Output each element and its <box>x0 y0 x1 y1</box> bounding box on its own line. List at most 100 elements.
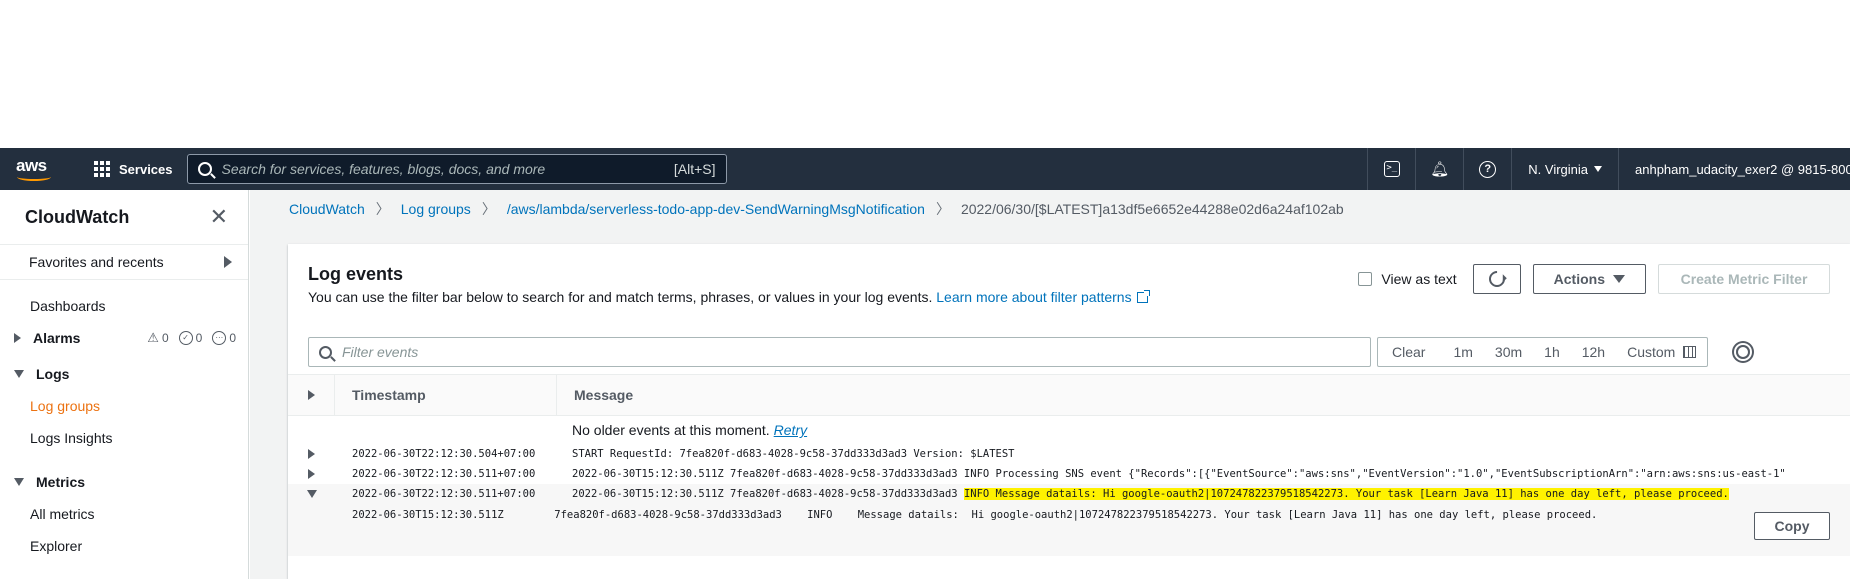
no-older-text: No older events at this moment. <box>572 422 770 438</box>
filter-events-box[interactable] <box>308 337 1371 367</box>
blank-top-area <box>0 0 1850 148</box>
custom-label: Custom <box>1627 344 1676 360</box>
highlighted-message: INFO Message datails: Hi google-oauth2|1… <box>963 488 1729 500</box>
expanded-row-area: 2022-06-30T22:12:30.511+07:00 2022-06-30… <box>288 484 1850 556</box>
notifications-button[interactable]: 🔔︎ <box>1415 148 1463 190</box>
refresh-icon <box>1485 267 1508 291</box>
breadcrumb-log-group[interactable]: /aws/lambda/serverless-todo-app-dev-Send… <box>507 201 925 217</box>
row-timestamp: 2022-06-30T22:12:30.511+07:00 <box>352 488 536 500</box>
view-as-text-label: View as text <box>1381 271 1457 287</box>
grid-icon <box>94 161 110 177</box>
close-icon[interactable]: ✕ <box>210 206 228 228</box>
caret-down-icon <box>306 490 317 498</box>
log-events-table: Timestamp Message No older events at thi… <box>288 374 1850 556</box>
more-circle-icon: ··· <box>212 331 227 345</box>
insufficient-count: 0 <box>229 331 236 345</box>
logs-label: Logs <box>36 366 70 382</box>
time-12h-button[interactable]: 12h <box>1571 338 1616 366</box>
create-metric-filter-button[interactable]: Create Metric Filter <box>1658 264 1830 294</box>
expanded-message-detail: 2022-06-30T15:12:30.511Z 7fea820f-d683-4… <box>352 509 1598 521</box>
refresh-button[interactable] <box>1472 264 1521 294</box>
time-clear-button[interactable]: Clear <box>1378 338 1442 366</box>
alarms-label: Alarms <box>33 330 81 346</box>
sidebar-item-all-metrics[interactable]: All metrics <box>0 498 248 530</box>
row-expand-toggle[interactable] <box>288 449 335 459</box>
breadcrumb-cloudwatch[interactable]: CloudWatch <box>289 201 365 217</box>
alarm-badges: ⚠︎ 0 ✓ 0 ··· 0 <box>147 330 236 346</box>
check-circle-icon: ✓ <box>178 331 193 345</box>
aws-smile-icon <box>17 173 51 181</box>
view-as-text-toggle[interactable]: View as text <box>1358 271 1457 287</box>
sidebar-header: CloudWatch ✕ <box>0 190 248 244</box>
actions-label: Actions <box>1553 271 1605 287</box>
ok-count: 0 <box>195 331 203 345</box>
time-1h-button[interactable]: 1h <box>1533 338 1571 366</box>
bell-icon: 🔔︎ <box>1430 160 1450 178</box>
panel-header: Log events You can use the filter bar be… <box>288 244 1850 332</box>
row-message: 2022-06-30T15:12:30.511Z 7fea820f-d683-4… <box>572 468 1786 480</box>
no-older-events: No older events at this moment. Retry <box>288 416 1850 444</box>
global-search-bar[interactable]: [Alt+S] <box>186 154 727 184</box>
row-timestamp: 2022-06-30T22:12:30.511+07:00 <box>352 468 536 480</box>
account-menu[interactable]: anhpham_udacity_exer2 @ 9815-8007-6 <box>1618 148 1850 190</box>
actions-button[interactable]: Actions <box>1532 264 1646 294</box>
table-row[interactable]: 2022-06-30T22:12:30.511+07:00 2022-06-30… <box>288 464 1850 484</box>
row-expand-toggle[interactable] <box>288 469 335 479</box>
sidebar: CloudWatch ✕ Favorites and recents Dashb… <box>0 190 249 579</box>
search-icon <box>197 162 212 176</box>
chevron-right-icon: 〉 <box>935 201 950 217</box>
caret-down-icon <box>1613 275 1625 283</box>
help-button[interactable]: ? <box>1463 148 1511 190</box>
row-collapse-toggle[interactable] <box>288 490 335 498</box>
filter-row: Clear 1m 30m 1h 12h Custom <box>288 332 1850 372</box>
sidebar-item-log-groups[interactable]: Log groups <box>0 390 248 422</box>
search-shortcut-hint: [Alt+S] <box>673 161 716 177</box>
region-label: N. Virginia <box>1528 161 1588 177</box>
services-label: Services <box>119 161 173 177</box>
retry-link[interactable]: Retry <box>774 422 807 438</box>
account-label: anhpham_udacity_exer2 @ 9815-8007-6 <box>1635 161 1850 177</box>
row-message: 2022-06-30T15:12:30.511Z 7fea820f-d683-4… <box>572 488 1850 500</box>
services-menu-button[interactable]: Services <box>94 161 173 177</box>
region-selector[interactable]: N. Virginia <box>1511 148 1618 190</box>
metrics-label: Metrics <box>36 474 86 490</box>
filter-events-input[interactable] <box>342 344 1360 360</box>
chevron-right-icon: 〉 <box>375 201 390 217</box>
table-row-expanded[interactable]: 2022-06-30T22:12:30.511+07:00 2022-06-30… <box>288 484 1850 504</box>
sidebar-title: CloudWatch <box>25 206 130 227</box>
caret-right-icon <box>308 469 315 479</box>
time-1m-button[interactable]: 1m <box>1442 338 1483 366</box>
calendar-icon <box>1683 346 1697 358</box>
row-message: START RequestId: 7fea820f-d683-4028-9c58… <box>572 448 1015 460</box>
external-link-icon <box>1136 290 1150 303</box>
gear-icon <box>1736 345 1751 359</box>
sidebar-section-logs[interactable]: Logs <box>0 358 248 390</box>
sidebar-section-alarms[interactable]: Alarms ⚠︎ 0 ✓ 0 ··· 0 <box>0 322 248 354</box>
learn-more-link[interactable]: Learn more about filter patterns <box>936 289 1150 305</box>
global-search-input[interactable] <box>221 161 674 177</box>
expand-all-toggle[interactable] <box>288 374 335 416</box>
time-custom-button[interactable]: Custom <box>1616 338 1707 366</box>
sidebar-favorites[interactable]: Favorites and recents <box>0 244 248 280</box>
main-content: CloudWatch 〉 Log groups 〉 /aws/lambda/se… <box>250 190 1850 579</box>
header-actions: View as text Actions Create Metric Filte… <box>1358 264 1830 294</box>
aws-logo[interactable]: aws <box>16 154 70 184</box>
time-30m-button[interactable]: 30m <box>1484 338 1533 366</box>
view-as-text-checkbox[interactable] <box>1358 272 1373 286</box>
alarm-count: 0 <box>161 331 169 345</box>
cloudshell-button[interactable]: >_ <box>1367 148 1415 190</box>
sidebar-item-explorer[interactable]: Explorer <box>0 530 248 562</box>
sidebar-item-logs-insights[interactable]: Logs Insights <box>0 422 248 454</box>
caret-right-icon <box>307 390 315 400</box>
sidebar-item-dashboards[interactable]: Dashboards <box>0 290 248 322</box>
breadcrumb-log-groups[interactable]: Log groups <box>401 201 471 217</box>
row-message-prefix: 2022-06-30T15:12:30.511Z 7fea820f-d683-4… <box>572 488 964 500</box>
caret-down-icon <box>14 478 24 486</box>
table-row[interactable]: 2022-06-30T22:12:30.504+07:00 START Requ… <box>288 444 1850 464</box>
sidebar-section-metrics[interactable]: Metrics <box>0 466 248 498</box>
settings-button[interactable] <box>1734 343 1752 361</box>
caret-right-icon <box>224 256 232 268</box>
breadcrumb-log-stream: 2022/06/30/[$LATEST]a13df5e6652e44288e02… <box>960 201 1344 217</box>
time-range-selector: Clear 1m 30m 1h 12h Custom <box>1377 337 1709 367</box>
copy-button[interactable]: Copy <box>1754 512 1830 540</box>
